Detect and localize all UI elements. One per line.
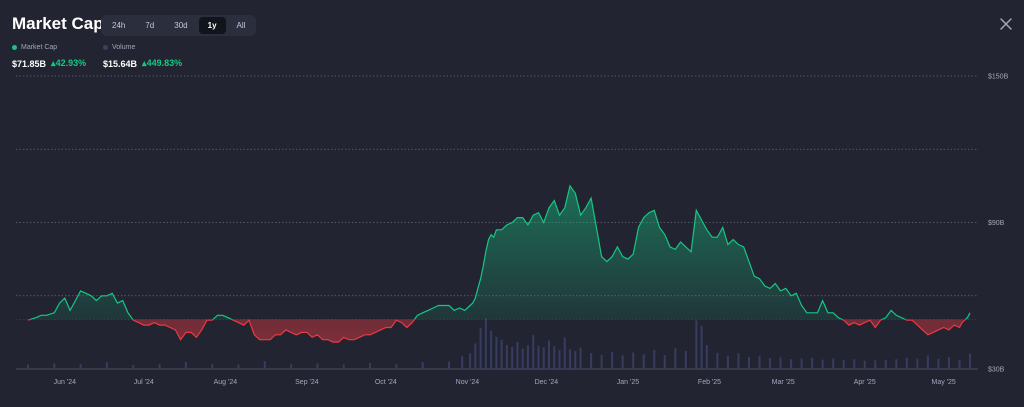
volume-bar — [537, 345, 540, 369]
volume-bar — [547, 340, 550, 369]
volume-bar — [395, 364, 398, 369]
volume-bar — [521, 348, 524, 369]
x-tick-label: Aug '24 — [214, 379, 238, 386]
y-tick-label: $30B — [988, 367, 1005, 374]
x-tick-label: Apr '25 — [854, 379, 876, 386]
volume-bar — [132, 364, 135, 369]
volume-bar — [653, 349, 656, 369]
volume-bar — [184, 361, 187, 369]
volume-bar — [27, 364, 29, 369]
volume-bar — [79, 364, 82, 369]
x-tick-label: Mar '25 — [772, 379, 795, 386]
volume-bar — [621, 355, 624, 369]
volume-bar — [884, 360, 887, 369]
x-axis-ticks: Jun '24 Jul '24 Aug '24 Sep '24 Oct '24 Nov '… — [54, 379, 956, 386]
volume-bar — [632, 352, 635, 369]
x-tick-label: Jun '24 — [54, 379, 76, 386]
volume-bar — [495, 336, 498, 369]
volume-bar — [916, 358, 919, 369]
volume-bar — [716, 352, 719, 369]
volume-bar — [516, 342, 519, 369]
volume-bar — [705, 345, 708, 369]
volume-bar — [484, 318, 487, 369]
volume-bar — [726, 355, 729, 369]
volume-bar — [290, 363, 293, 369]
volume-bar — [790, 359, 793, 369]
volume-bar — [569, 349, 572, 369]
volume-bar — [558, 350, 561, 369]
volume-bar — [758, 356, 761, 369]
volume-bar — [105, 362, 108, 369]
volume-bar — [695, 320, 698, 369]
volume-bar — [448, 361, 451, 369]
volume-bar — [937, 358, 940, 369]
volume-bar — [542, 347, 545, 369]
volume-bar — [263, 361, 266, 369]
volume-bar — [700, 325, 703, 369]
market-cap-chart[interactable]: Jun '24 Jul '24 Aug '24 Sep '24 Oct '24 Nov '… — [0, 0, 1024, 407]
x-tick-label: May '25 — [932, 379, 956, 386]
volume-bar — [747, 357, 750, 369]
volume-bar — [500, 339, 503, 369]
volume-bar — [590, 353, 593, 369]
volume-bar — [611, 352, 614, 369]
volume-bar — [874, 360, 877, 369]
volume-bar — [505, 345, 508, 369]
volume-bar — [600, 354, 603, 369]
volume-bar — [490, 330, 493, 369]
volume-bar — [663, 355, 666, 369]
volume-bar — [474, 343, 477, 369]
volume-bar — [811, 357, 814, 369]
volume-bar — [316, 363, 319, 369]
volume-bar — [832, 358, 835, 369]
volume-bar — [969, 353, 971, 369]
x-tick-label: Nov '24 — [456, 379, 480, 386]
volume-bar — [553, 346, 556, 369]
volume-bar — [779, 357, 782, 369]
volume-bar — [895, 359, 898, 369]
volume-bar — [158, 363, 161, 369]
volume-bar — [737, 353, 740, 369]
area-fill-up — [28, 185, 970, 320]
volume-bar — [211, 364, 214, 369]
y-tick-label: $150B — [988, 74, 1009, 81]
volume-bar — [821, 359, 824, 369]
volume-bar — [574, 351, 577, 369]
area-layer — [28, 185, 970, 343]
x-tick-label: Jan '25 — [617, 379, 639, 386]
volume-bar — [579, 347, 582, 369]
volume-bar — [863, 360, 866, 369]
y-axis-ticks: $30B $90B $150B — [988, 74, 1009, 374]
volume-bar — [905, 357, 908, 369]
volume-bar — [526, 345, 529, 369]
volume-bar — [674, 348, 677, 369]
volume-bar — [369, 363, 372, 369]
volume-bar — [479, 327, 482, 369]
volume-bar — [342, 364, 345, 369]
x-tick-label: Sep '24 — [295, 379, 319, 386]
x-tick-label: Dec '24 — [535, 379, 559, 386]
volume-bar — [853, 359, 856, 369]
volume-bar — [642, 354, 645, 369]
volume-bar — [563, 337, 566, 369]
x-tick-label: Jul '24 — [134, 379, 154, 386]
volume-bar — [237, 364, 240, 369]
volume-bar — [842, 360, 845, 369]
volume-bar — [53, 363, 56, 369]
x-tick-label: Feb '25 — [698, 379, 721, 386]
volume-bar — [947, 357, 950, 369]
volume-bar — [421, 362, 424, 369]
volume-bar — [469, 353, 472, 369]
volume-bar — [532, 335, 535, 369]
volume-bar — [926, 355, 929, 369]
volume-bar — [800, 358, 803, 369]
volume-bar — [769, 358, 772, 369]
volume-bar — [511, 346, 514, 369]
volume-bar — [461, 355, 464, 369]
y-tick-label: $90B — [988, 220, 1005, 227]
x-tick-label: Oct '24 — [375, 379, 397, 386]
volume-bar — [684, 351, 687, 369]
volume-bar — [958, 360, 961, 369]
